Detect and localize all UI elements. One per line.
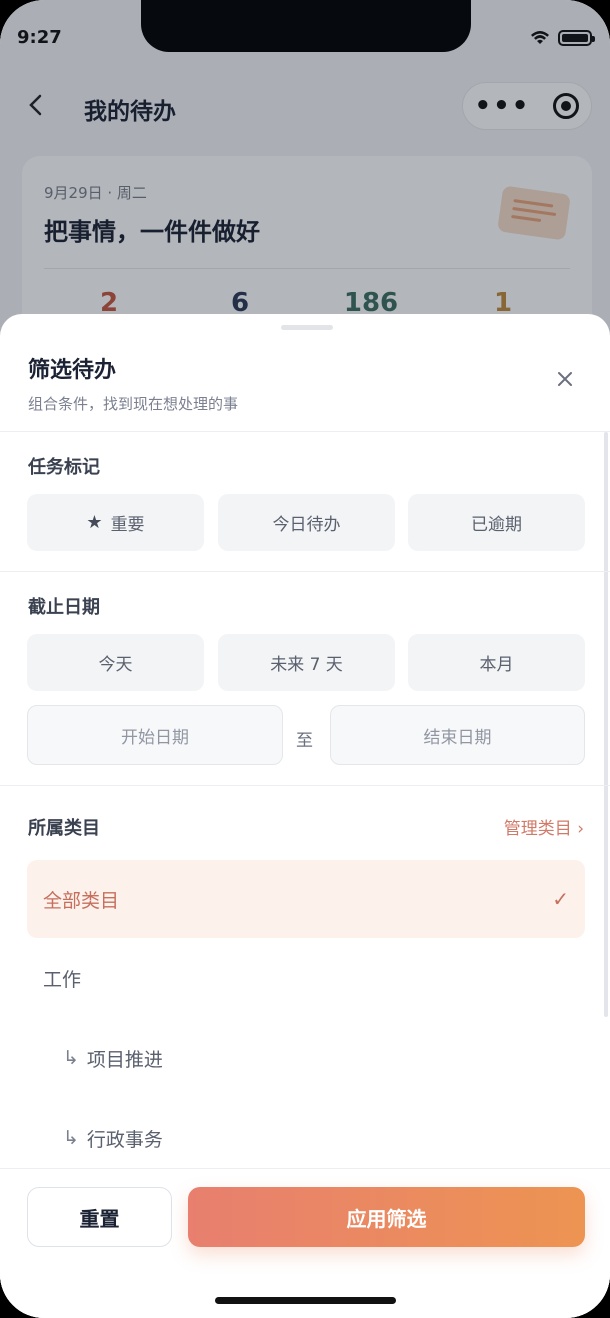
divider [0,431,610,432]
chip-overdue[interactable]: 已逾期 [408,494,585,551]
chip-important[interactable]: ★ 重要 [27,494,204,551]
category-label: 项目推进 [86,1048,163,1071]
star-icon: ★ [86,512,103,533]
chip-label: 今日待办 [272,515,341,535]
category-label: 工作 [43,968,82,991]
end-date-input[interactable]: 结束日期 [330,705,585,765]
chip-label: 已逾期 [471,515,522,535]
category-label: 行政事务 [86,1128,163,1151]
phone-screen: 9:27 我的待办 ••• 9月29日 · 周二 把事情，一件件做好 2 6 1… [0,0,610,1318]
start-date-input[interactable]: 开始日期 [27,705,283,765]
category-item-work[interactable]: 工作 [27,939,585,1017]
scrollbar[interactable] [604,432,608,1017]
reset-button[interactable]: 重置 [27,1187,172,1247]
manage-categories-link[interactable]: 管理类目 › [504,814,584,839]
chip-label: 今天 [98,655,133,675]
sub-arrow-icon: ↳ [63,1047,79,1069]
sheet-subtitle: 组合条件，找到现在想处理的事 [28,395,239,413]
chip-due-today[interactable]: 今天 [27,634,204,691]
chip-due-month[interactable]: 本月 [408,634,585,691]
category-item-admin[interactable]: ↳ 行政事务 [27,1099,585,1177]
section-label-due: 截止日期 [28,597,100,618]
category-item-project[interactable]: ↳ 项目推进 [27,1019,585,1097]
check-icon: ✓ [552,887,569,911]
apply-filter-button[interactable]: 应用筛选 [188,1187,585,1247]
filter-sheet: 筛选待办 组合条件，找到现在想处理的事 任务标记 ★ 重要 今日待办 已逾期 截… [0,314,610,1318]
chip-today-todo[interactable]: 今日待办 [218,494,395,551]
chip-label: 本月 [479,655,514,675]
chip-label: 未来 7 天 [270,655,343,675]
chip-label: 重要 [110,515,145,535]
date-range-separator: 至 [296,731,313,751]
divider [0,785,610,786]
sheet-title: 筛选待办 [28,358,117,383]
section-label-tags: 任务标记 [28,457,100,478]
category-label: 全部类目 [43,889,120,912]
category-item-all[interactable]: 全部类目 ✓ [27,860,585,938]
sub-arrow-icon: ↳ [63,1127,79,1149]
chip-due-next7[interactable]: 未来 7 天 [218,634,395,691]
divider [0,571,610,572]
sheet-footer: 重置 应用筛选 [0,1168,610,1318]
section-label-category: 所属类目 [28,818,100,839]
close-icon[interactable] [556,370,574,393]
sheet-handle[interactable] [281,325,333,330]
